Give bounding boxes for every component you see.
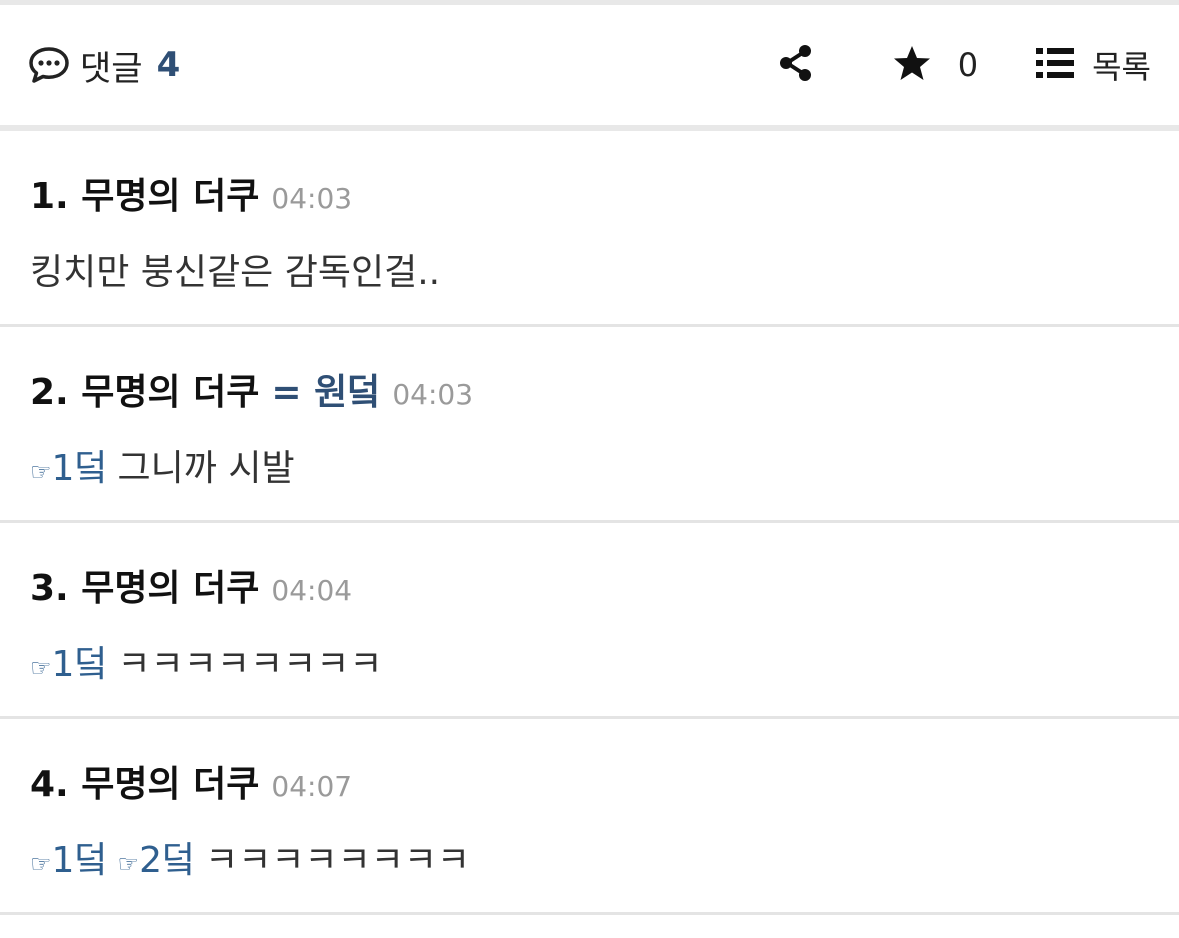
- comment-item: 3. 무명의 더쿠 04:04 ☞1덬 ㅋㅋㅋㅋㅋㅋㅋㅋ: [0, 523, 1179, 719]
- comment-icon: [28, 46, 70, 84]
- share-button[interactable]: [778, 44, 814, 86]
- reply-reference-link[interactable]: ☞2덬: [118, 831, 196, 883]
- list-label: 목록: [1092, 48, 1151, 86]
- comment-time: 04:03: [271, 182, 353, 215]
- comment-author: 1. 무명의 더쿠: [30, 176, 260, 217]
- comments-header: 댓글 4 0 목록: [0, 5, 1179, 125]
- comment-header: 2. 무명의 더쿠 = 원덬 04:03: [30, 363, 1151, 415]
- reply-reference-link[interactable]: ☞1덬: [30, 439, 108, 491]
- comment-item: 2. 무명의 더쿠 = 원덬 04:03 ☞1덬 그니까 시발: [0, 327, 1179, 523]
- pointing-hand-icon: ☞: [117, 850, 140, 878]
- comment-header: 4. 무명의 더쿠 04:07: [30, 755, 1151, 807]
- comment-time: 04:04: [271, 574, 353, 607]
- pointing-hand-icon: ☞: [30, 654, 52, 682]
- comment-text: 그니까 시발: [117, 448, 295, 489]
- list-icon: [1036, 47, 1075, 83]
- reply-reference-link[interactable]: ☞1덬: [30, 635, 108, 687]
- comment-text: ㅋㅋㅋㅋㅋㅋㅋㅋ: [117, 644, 383, 685]
- comment-text: 킹치만 붕신같은 감독인걸..: [30, 252, 441, 293]
- list-button[interactable]: 목록: [1036, 42, 1151, 88]
- comment-author: 3. 무명의 더쿠: [30, 568, 260, 609]
- comment-body: ☞1덬 ☞2덬 ㅋㅋㅋㅋㅋㅋㅋㅋ: [30, 831, 1151, 883]
- comment-author: 4. 무명의 더쿠: [30, 764, 260, 805]
- comment-label: 댓글: [80, 48, 143, 89]
- original-poster-tag: = 원덬: [271, 372, 381, 413]
- star-icon: [892, 44, 932, 86]
- comment-author: 2. 무명의 더쿠: [30, 372, 260, 413]
- comment-time: 04:07: [271, 770, 353, 803]
- comment-text: ㅋㅋㅋㅋㅋㅋㅋㅋ: [205, 840, 471, 881]
- comment-time: 04:03: [392, 378, 474, 411]
- comment-item: 4. 무명의 더쿠 04:07 ☞1덬 ☞2덬 ㅋㅋㅋㅋㅋㅋㅋㅋ: [0, 719, 1179, 915]
- star-count: 0: [957, 46, 979, 84]
- comment-count-group: 댓글 4: [28, 41, 180, 90]
- comment-body: ☞1덬 ㅋㅋㅋㅋㅋㅋㅋㅋ: [30, 635, 1151, 687]
- comment-count: 4: [156, 45, 181, 85]
- comment-body: ☞1덬 그니까 시발: [30, 439, 1151, 491]
- star-button[interactable]: 0: [892, 44, 978, 86]
- header-actions: 0 목록: [778, 42, 1151, 88]
- pointing-hand-icon: ☞: [30, 850, 52, 878]
- comment-body: 킹치만 붕신같은 감독인걸..: [30, 243, 1151, 295]
- comment-header: 3. 무명의 더쿠 04:04: [30, 559, 1151, 611]
- reply-reference-link[interactable]: ☞1덬: [30, 831, 108, 883]
- share-icon: [778, 44, 814, 86]
- pointing-hand-icon: ☞: [30, 458, 52, 486]
- comment-item: 1. 무명의 더쿠 04:03 킹치만 붕신같은 감독인걸..: [0, 131, 1179, 327]
- comment-header: 1. 무명의 더쿠 04:03: [30, 167, 1151, 219]
